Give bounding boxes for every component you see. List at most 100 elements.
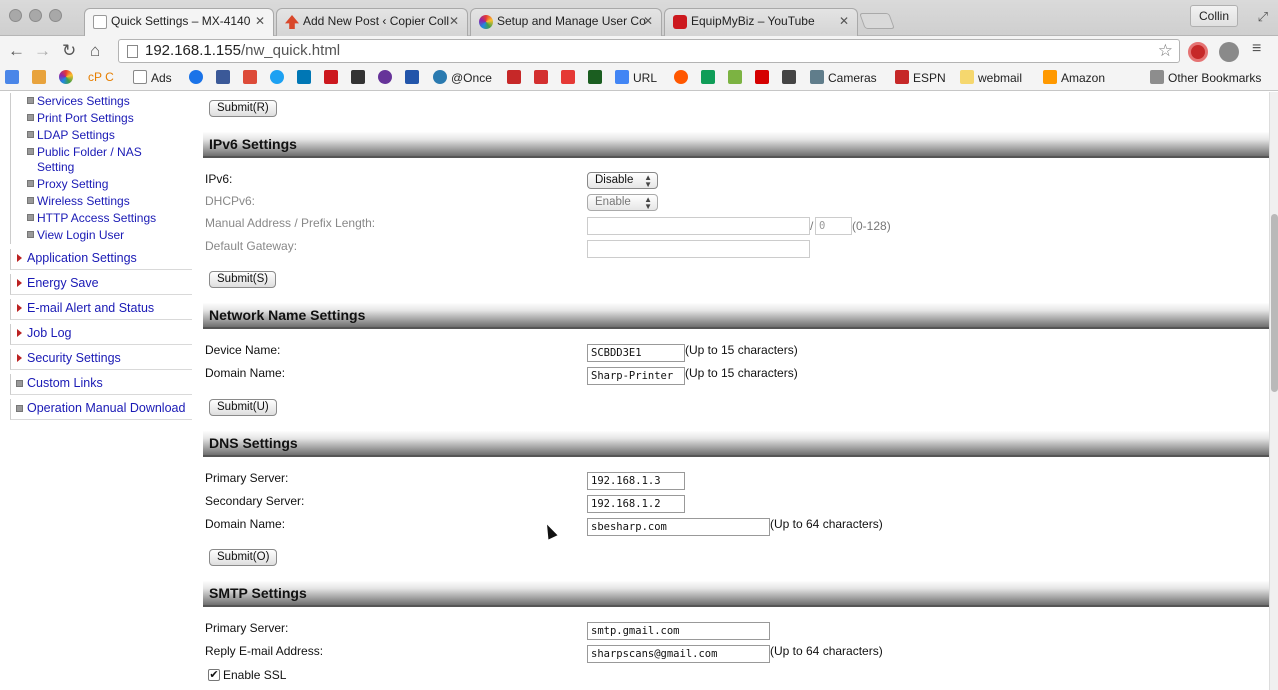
bookmark-item[interactable]	[5, 70, 23, 86]
bookmark-webmail[interactable]: webmail	[960, 70, 1022, 86]
default-gateway-input[interactable]	[587, 240, 810, 258]
device-name-label: Device Name:	[205, 343, 281, 357]
tab-quick-settings[interactable]: Quick Settings – MX-4140 ✕	[84, 8, 274, 37]
sidebar-item-custom-links[interactable]: Custom Links	[10, 374, 192, 395]
manual-address-label: Manual Address / Prefix Length:	[205, 216, 376, 230]
bookmark-item[interactable]	[674, 70, 692, 86]
ipv6-section-header: IPv6 Settings	[203, 132, 1271, 158]
bookmark-item[interactable]	[728, 70, 746, 86]
bookmark-item[interactable]	[189, 70, 207, 86]
s-icon	[534, 70, 548, 84]
address-bar[interactable]: 192.168.1.155/nw_quick.html ☆	[118, 39, 1180, 63]
bookmark-item[interactable]	[588, 70, 606, 86]
bookmark-item[interactable]	[297, 70, 315, 86]
smtp-primary-input[interactable]: smtp.gmail.com	[587, 622, 770, 640]
dns-primary-input[interactable]: 192.168.1.3	[587, 472, 685, 490]
dns-domain-input[interactable]: sbesharp.com	[587, 518, 770, 536]
fullscreen-icon[interactable]: ⤢	[1258, 9, 1268, 25]
browser-tab-strip: Quick Settings – MX-4140 ✕ Add New Post …	[0, 0, 1278, 37]
bookmark-item[interactable]	[351, 70, 369, 86]
forward-icon[interactable]: →	[34, 41, 51, 61]
extension-power-icon[interactable]	[1188, 42, 1208, 62]
bookmark-other[interactable]: Other Bookmarks	[1150, 70, 1261, 86]
minimize-window-button[interactable]	[29, 9, 42, 22]
close-tab-icon[interactable]: ✕	[255, 14, 265, 28]
dns-secondary-input[interactable]: 192.168.1.2	[587, 495, 685, 513]
bookmark-item[interactable]	[59, 70, 77, 86]
arrow-up-icon	[285, 15, 299, 29]
bookmark-star-icon[interactable]: ☆	[1158, 41, 1173, 61]
bookmark-item[interactable]: cP C	[88, 70, 114, 86]
sidebar-item-security-settings[interactable]: Security Settings	[10, 349, 192, 370]
sidebar-item-print-port[interactable]: Print Port Settings	[10, 110, 192, 127]
tab-add-new-post[interactable]: Add New Post ‹ Copier Coll ✕	[276, 8, 468, 36]
scrollbar-thumb[interactable]	[1271, 214, 1278, 392]
enable-ssl-checkbox[interactable]: ✔	[208, 669, 220, 681]
bookmark-item[interactable]	[701, 70, 719, 86]
submit-o-button[interactable]: Submit(O)	[209, 549, 278, 566]
sidebar-item-services[interactable]: Services Settings	[10, 93, 192, 110]
sidebar-item-email-alert[interactable]: E-mail Alert and Status	[10, 299, 192, 320]
submit-s-button[interactable]: Submit(S)	[209, 271, 277, 288]
bookmark-item[interactable]	[378, 70, 396, 86]
bookmark-item[interactable]	[270, 70, 288, 86]
bookmark-item[interactable]	[534, 70, 552, 86]
dns-domain-note: (Up to 64 characters)	[770, 517, 883, 531]
extension-k-icon[interactable]	[1219, 42, 1239, 62]
close-window-button[interactable]	[9, 9, 22, 22]
submit-u-button[interactable]: Submit(U)	[209, 399, 277, 416]
expand-arrow-icon	[17, 254, 22, 262]
sidebar-item-view-login-user[interactable]: View Login User	[10, 227, 192, 244]
page-scrollbar[interactable]	[1269, 92, 1278, 690]
sidebar-item-energy-save[interactable]: Energy Save	[10, 274, 192, 295]
profile-button[interactable]: Collin	[1189, 5, 1238, 27]
submit-r-button[interactable]: Submit(R)	[209, 100, 277, 117]
bookmark-url[interactable]: URL	[615, 70, 657, 86]
bookmark-once[interactable]: @Once	[433, 70, 492, 86]
bookmark-item[interactable]	[32, 70, 50, 86]
select-arrows-icon: ▲ ▼	[644, 195, 652, 211]
reload-icon[interactable]: ↻	[62, 41, 76, 61]
bullet-icon	[27, 214, 34, 221]
sidebar-item-job-log[interactable]: Job Log	[10, 324, 192, 345]
bookmark-item[interactable]	[782, 70, 800, 86]
bookmark-item[interactable]	[561, 70, 579, 86]
home-icon[interactable]: ⌂	[90, 41, 100, 61]
menu-icon[interactable]: ≡	[1252, 40, 1261, 58]
dhcpv6-select[interactable]: Enable ▲ ▼	[587, 194, 658, 211]
sidebar-item-operation-manual[interactable]: Operation Manual Download	[10, 399, 192, 420]
bookmark-item[interactable]	[243, 70, 261, 86]
close-tab-icon[interactable]: ✕	[449, 14, 459, 28]
sidebar-item-http-access[interactable]: HTTP Access Settings	[10, 210, 192, 227]
close-tab-icon[interactable]: ✕	[643, 14, 653, 28]
back-icon[interactable]: ←	[8, 41, 25, 61]
ipv6-select[interactable]: Disable ▲ ▼	[587, 172, 658, 189]
bookmark-item[interactable]	[405, 70, 423, 86]
bookmark-item[interactable]	[507, 70, 525, 86]
reply-email-input[interactable]: sharpscans@gmail.com	[587, 645, 770, 663]
sidebar-item-ldap[interactable]: LDAP Settings	[10, 127, 192, 144]
prefix-length-input[interactable]: 0	[815, 217, 852, 235]
bullet-icon	[27, 148, 34, 155]
sidebar-item-application-settings[interactable]: Application Settings	[10, 249, 192, 270]
tab-youtube[interactable]: EquipMyBiz – YouTube ✕	[664, 8, 858, 36]
bookmark-amazon[interactable]: Amazon	[1043, 70, 1105, 86]
bookmark-cameras[interactable]: Cameras	[810, 70, 877, 86]
sidebar-item-proxy[interactable]: Proxy Setting	[10, 176, 192, 193]
new-tab-button[interactable]	[859, 13, 895, 29]
sidebar-item-wireless[interactable]: Wireless Settings	[10, 193, 192, 210]
briefcase-icon	[351, 70, 365, 84]
bookmark-item[interactable]	[324, 70, 342, 86]
device-name-input[interactable]: SCBDD3E1	[587, 344, 685, 362]
sidebar-item-public-folder[interactable]: Public Folder / NAS Setting	[10, 144, 150, 176]
close-tab-icon[interactable]: ✕	[839, 14, 849, 28]
network-domain-input[interactable]: Sharp-Printer	[587, 367, 685, 385]
reddit-icon	[674, 70, 688, 84]
bookmark-item[interactable]	[216, 70, 234, 86]
bookmark-espn[interactable]: ESPN	[895, 70, 946, 86]
manual-address-input[interactable]	[587, 217, 810, 235]
zoom-window-button[interactable]	[49, 9, 62, 22]
bookmark-item[interactable]	[755, 70, 773, 86]
bookmark-ads[interactable]: Ads	[133, 70, 172, 86]
tab-setup-manage-user[interactable]: Setup and Manage User Co ✕	[470, 8, 662, 36]
